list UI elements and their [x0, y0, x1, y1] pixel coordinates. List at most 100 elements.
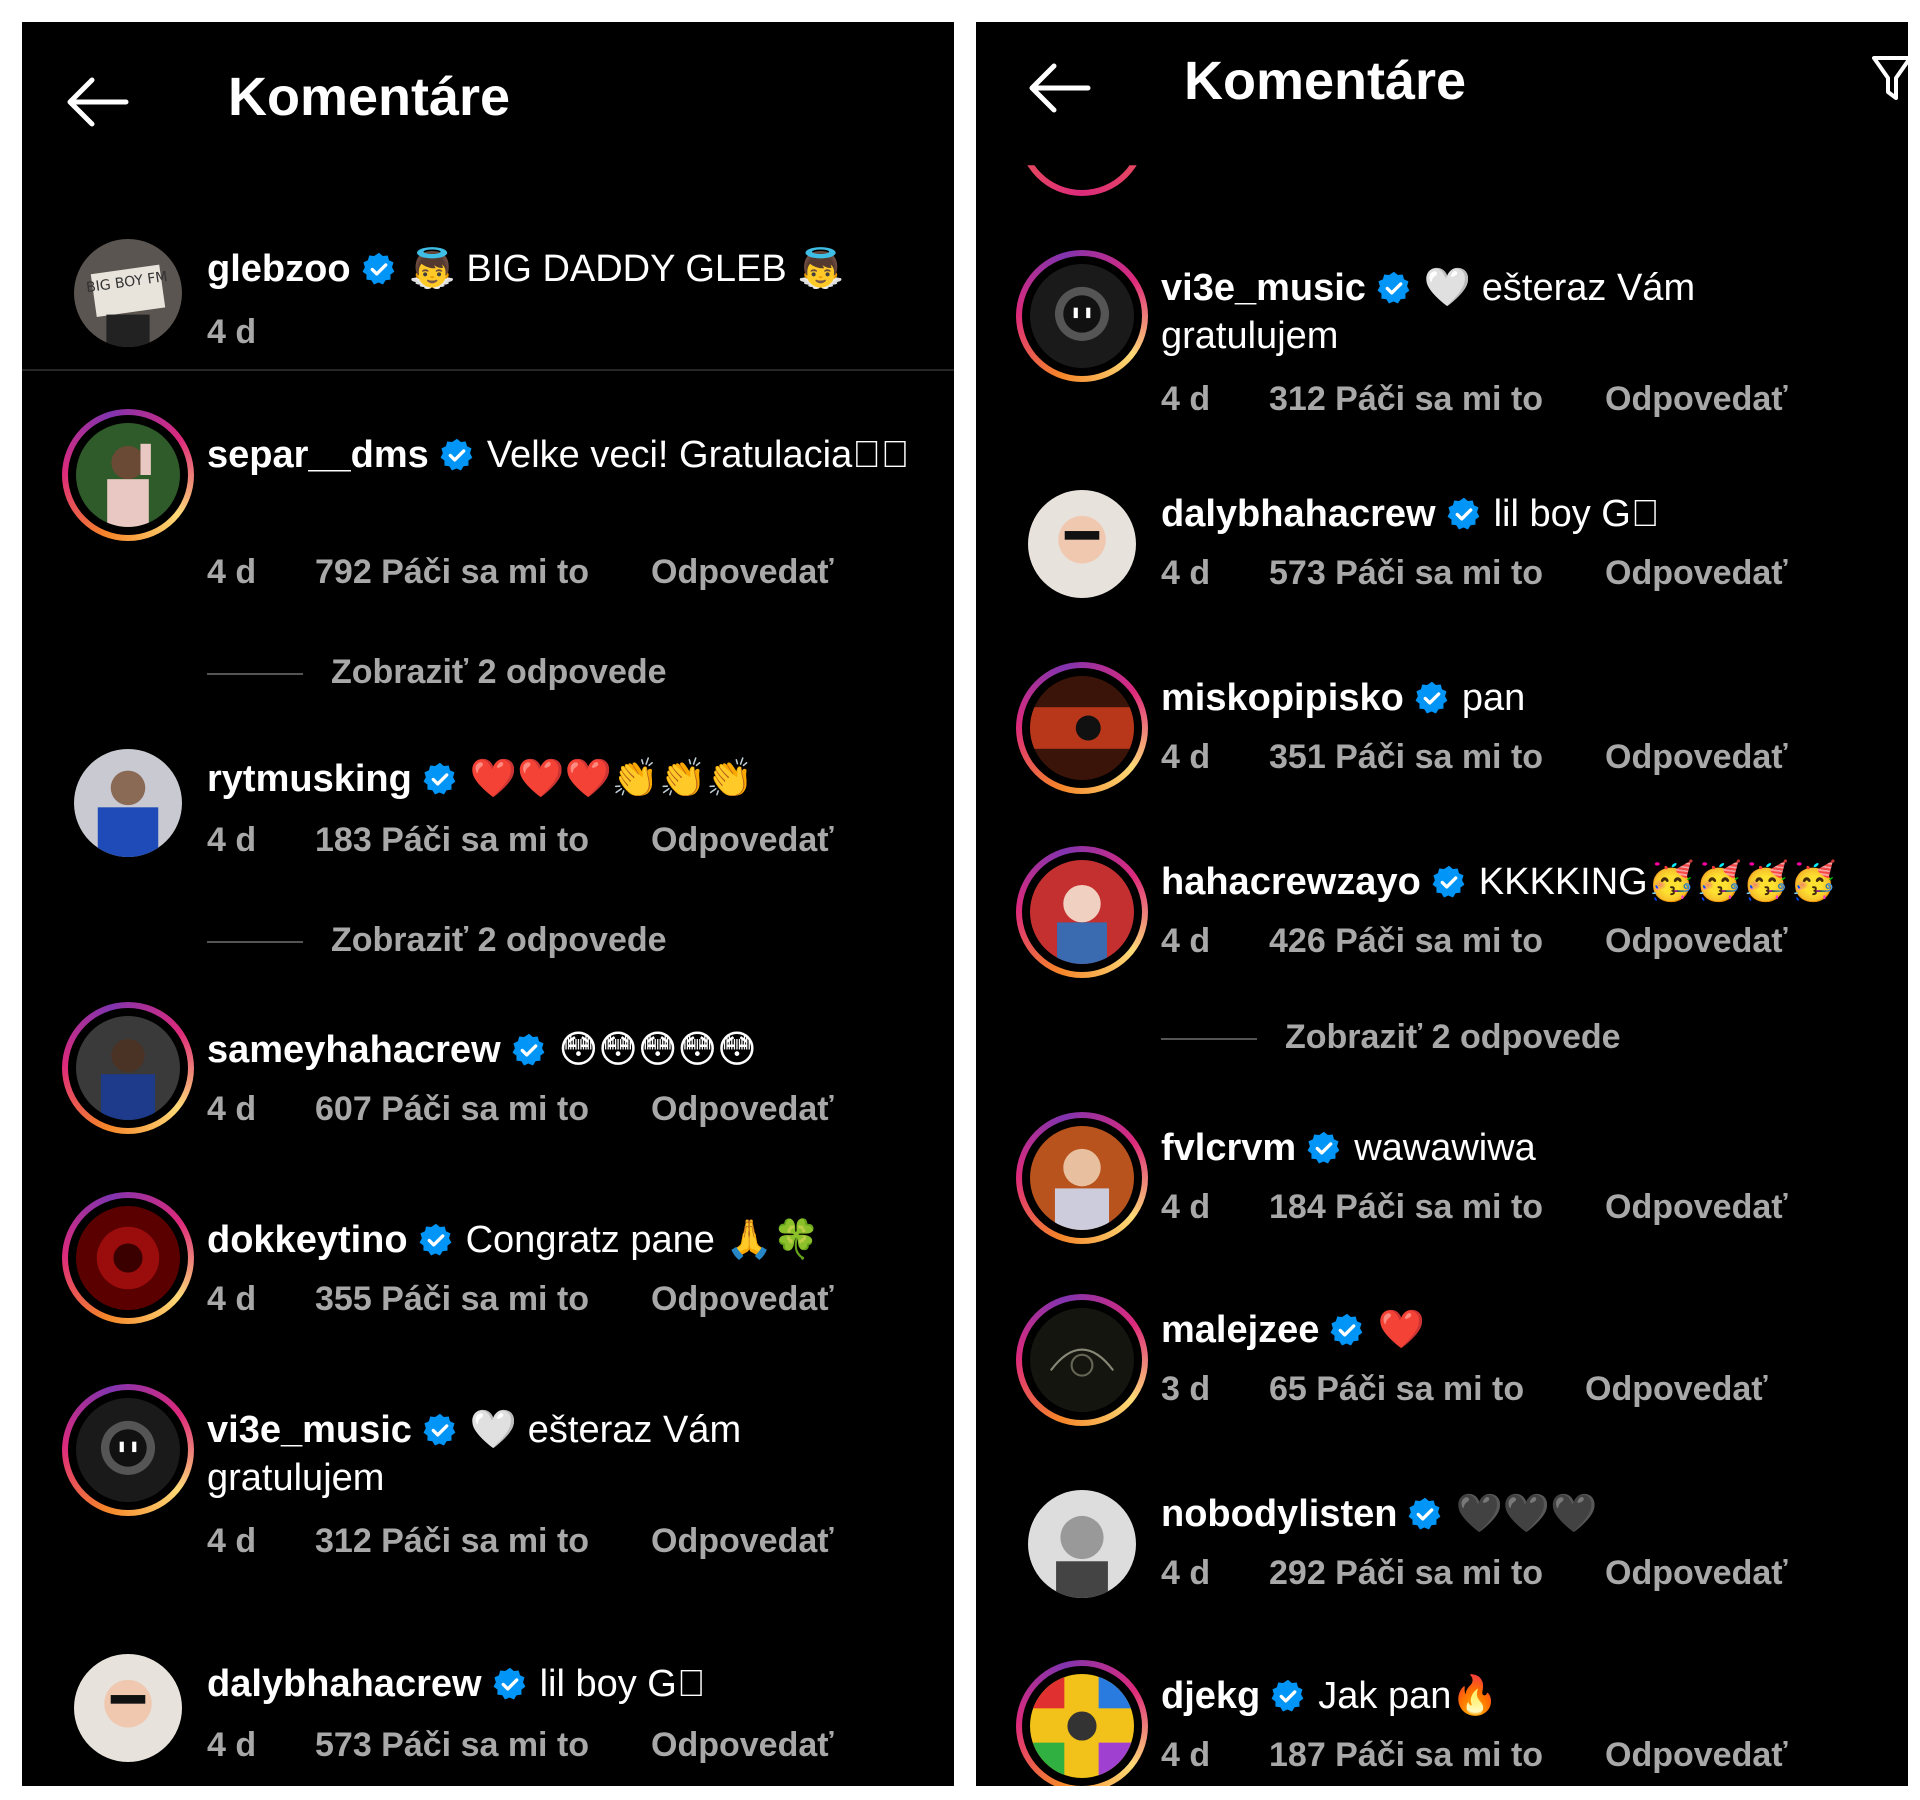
avatar[interactable]	[62, 737, 194, 869]
timestamp: 4 d	[207, 821, 257, 859]
avatar[interactable]	[1016, 662, 1148, 794]
likes-count[interactable]: 187 Páči sa mi to	[1269, 1736, 1605, 1775]
username[interactable]: sameyhahacrew	[207, 1029, 501, 1071]
verified-icon	[418, 1222, 454, 1258]
comment-text: lil boy G🏻	[1493, 493, 1660, 535]
timestamp: 4 d	[207, 1280, 257, 1318]
avatar[interactable]	[62, 1192, 194, 1324]
comment-text: lil boy G🏻	[539, 1663, 706, 1705]
avatar[interactable]: BIG BOY FM	[62, 227, 194, 359]
filter-icon[interactable]	[1872, 52, 1908, 102]
likes-count[interactable]: 607 Páči sa mi to	[315, 1090, 651, 1129]
likes-count[interactable]: 65 Páči sa mi to	[1269, 1370, 1585, 1409]
likes-count[interactable]: 426 Páči sa mi to	[1269, 922, 1605, 961]
timestamp: 4 d	[1161, 1736, 1211, 1774]
username[interactable]: dokkeytino	[207, 1219, 408, 1261]
comment-text: wawawiwa	[1354, 1127, 1536, 1169]
username[interactable]: vi3e_music	[1161, 267, 1366, 309]
username[interactable]: separ__dms	[207, 434, 429, 476]
timestamp: 4 d	[1161, 922, 1211, 960]
verified-icon	[1446, 496, 1482, 532]
likes-count[interactable]: 312 Páči sa mi to	[315, 1522, 651, 1561]
username[interactable]: nobodylisten	[1161, 1493, 1397, 1535]
likes-count[interactable]: 355 Páči sa mi to	[315, 1280, 651, 1319]
reply-button[interactable]: Odpovedať	[651, 1726, 834, 1765]
verified-icon	[1431, 864, 1467, 900]
username[interactable]: hahacrewzayo	[1161, 861, 1421, 903]
avatar[interactable]	[1016, 846, 1148, 978]
username[interactable]: vi3e_music	[207, 1409, 412, 1451]
likes-count[interactable]: 292 Páči sa mi to	[1269, 1554, 1605, 1593]
reply-button[interactable]: Odpovedať	[1605, 1188, 1788, 1227]
likes-count[interactable]: 573 Páči sa mi to	[1269, 554, 1605, 593]
reply-button[interactable]: Odpovedať	[651, 1090, 834, 1129]
timestamp: 4 d	[1161, 1188, 1211, 1226]
username[interactable]: dalybhahacrew	[1161, 493, 1436, 535]
verified-icon	[1414, 680, 1450, 716]
likes-count[interactable]: 184 Páči sa mi to	[1269, 1188, 1605, 1227]
reply-button[interactable]: Odpovedať	[1605, 922, 1788, 961]
avatar[interactable]	[1016, 1478, 1148, 1610]
reply-button[interactable]: Odpovedať	[1605, 738, 1788, 777]
avatar[interactable]	[62, 1002, 194, 1134]
verified-icon	[1376, 270, 1412, 306]
reply-button[interactable]: Odpovedať	[1605, 1736, 1788, 1775]
reply-button[interactable]: Odpovedať	[651, 821, 834, 860]
timestamp: 4 d	[1161, 1554, 1211, 1592]
avatar[interactable]	[62, 1642, 194, 1774]
comment-text: ❤️❤️❤️👏👏👏	[469, 758, 754, 800]
view-replies-button[interactable]: Zobraziť 2 odpovede	[207, 921, 667, 960]
likes-count[interactable]: 183 Páči sa mi to	[315, 821, 651, 860]
username[interactable]: miskopipisko	[1161, 677, 1404, 719]
avatar[interactable]	[1016, 1294, 1148, 1426]
reply-button[interactable]: Odpovedať	[1605, 554, 1788, 593]
avatar[interactable]	[62, 409, 194, 541]
username[interactable]: glebzoo	[207, 248, 351, 290]
reply-button[interactable]: Odpovedať	[1605, 380, 1788, 419]
username[interactable]: dalybhahacrew	[207, 1663, 482, 1705]
likes-count[interactable]: 312 Páči sa mi to	[1269, 380, 1605, 419]
reply-button[interactable]: Odpovedať	[1605, 1554, 1788, 1593]
page-title: Komentáre	[228, 67, 511, 127]
verified-icon	[361, 251, 397, 287]
username[interactable]: malejzee	[1161, 1309, 1319, 1351]
comment-text: Velke veci! Gratulacia🏻🏼	[486, 434, 910, 476]
username[interactable]: rytmusking	[207, 758, 412, 800]
timestamp: 4 d	[207, 1090, 257, 1128]
reply-button[interactable]: Odpovedať	[651, 1280, 834, 1319]
username[interactable]: djekg	[1161, 1675, 1260, 1717]
timestamp: 4 d	[1161, 380, 1211, 418]
view-replies-button[interactable]: Zobraziť 2 odpovede	[207, 653, 667, 692]
avatar[interactable]	[1016, 1112, 1148, 1244]
likes-count[interactable]: 573 Páči sa mi to	[315, 1726, 651, 1765]
timestamp: 3 d	[1161, 1370, 1211, 1408]
likes-count[interactable]: 351 Páči sa mi to	[1269, 738, 1605, 777]
back-arrow-icon[interactable]	[62, 72, 132, 132]
verified-icon	[1306, 1130, 1342, 1166]
avatar[interactable]	[1016, 478, 1148, 610]
reply-button[interactable]: Odpovedať	[1585, 1370, 1768, 1409]
comment-text: 👼 BIG DADDY GLEB 👼	[408, 248, 845, 290]
verified-icon	[422, 1412, 458, 1448]
header: Komentáre	[976, 22, 1908, 182]
verified-icon	[492, 1666, 528, 1702]
avatar[interactable]	[1016, 1660, 1148, 1786]
view-replies-button[interactable]: Zobraziť 2 odpovede	[1161, 1018, 1621, 1057]
comment-text: ❤️	[1377, 1309, 1425, 1351]
timestamp: 4 d	[207, 553, 257, 591]
avatar[interactable]	[1016, 250, 1148, 382]
verified-icon	[439, 437, 475, 473]
verified-icon	[422, 761, 458, 797]
timestamp: 4 d	[207, 313, 257, 351]
comment-text: 🖤🖤🖤	[1455, 1493, 1598, 1535]
avatar[interactable]	[62, 1384, 194, 1516]
reply-button[interactable]: Odpovedať	[651, 1522, 834, 1561]
verified-icon	[511, 1032, 547, 1068]
header: Komentáre	[22, 22, 954, 182]
reply-button[interactable]: Odpovedať	[651, 553, 834, 592]
username[interactable]: fvlcrvm	[1161, 1127, 1296, 1169]
verified-icon	[1270, 1678, 1306, 1714]
back-arrow-icon[interactable]	[1024, 58, 1094, 118]
comments-panel-left: Komentáre BIG BOY FM glebzoo 👼 BIG DADDY …	[22, 22, 954, 1786]
likes-count[interactable]: 792 Páči sa mi to	[315, 553, 651, 592]
